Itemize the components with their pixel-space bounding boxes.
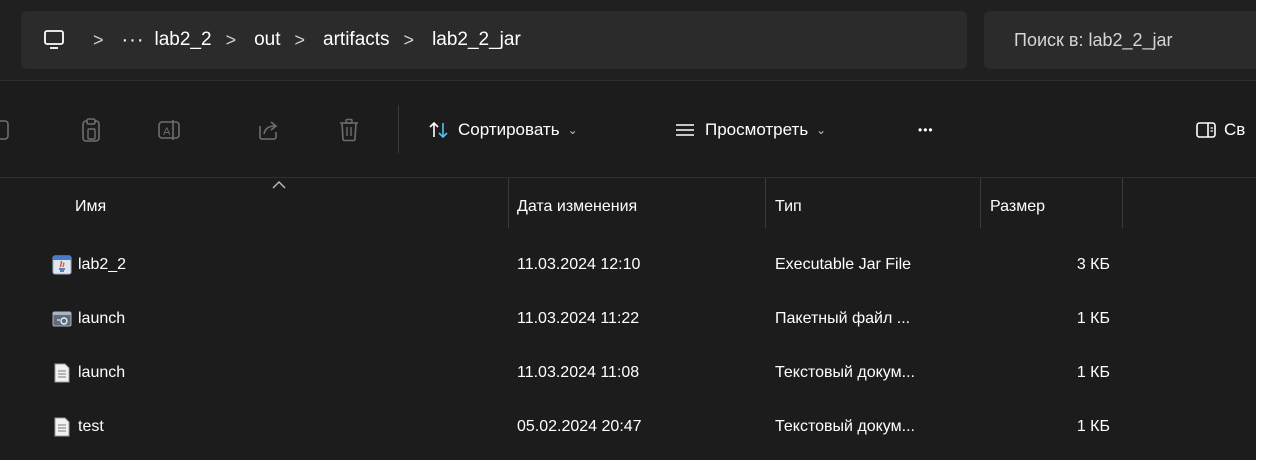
file-type: Executable Jar File <box>775 256 912 273</box>
address-bar[interactable]: > ··· lab2_2 > out > artifacts > lab2_2_… <box>21 11 967 69</box>
share-icon[interactable] <box>253 115 283 145</box>
file-row[interactable]: launch 11.03.2024 11:08 Текстовый докум.… <box>0 346 1256 400</box>
column-header-row: Имя Дата изменения Тип Размер <box>0 178 1256 238</box>
address-row: > ··· lab2_2 > out > artifacts > lab2_2_… <box>0 0 1256 81</box>
column-header-size[interactable]: Размер <box>990 178 1045 236</box>
file-name-cell: test <box>52 400 104 454</box>
sort-label: Сортировать <box>458 120 560 139</box>
sort-up-icon <box>272 181 286 189</box>
breadcrumb-lab2-2-jar[interactable]: lab2_2_jar <box>432 29 521 51</box>
column-header-name[interactable]: Имя <box>75 178 106 236</box>
file-name: launch <box>78 310 126 327</box>
chevron-down-icon: ⌄ <box>816 123 827 137</box>
copy-icon[interactable] <box>0 115 16 145</box>
file-explorer: > ··· lab2_2 > out > artifacts > lab2_2_… <box>0 0 1256 460</box>
file-name-cell: launch <box>52 346 125 400</box>
jar-file-icon <box>52 255 72 275</box>
sort-icon <box>428 119 450 141</box>
window: > ··· lab2_2 > out > artifacts > lab2_2_… <box>0 0 1261 466</box>
text-file-icon <box>52 363 72 383</box>
chevron-down-icon: ⌄ <box>567 123 578 137</box>
file-date: 11.03.2024 11:08 <box>517 364 640 381</box>
file-name-cell: launch <box>52 292 125 346</box>
command-bar: A Сортировать ⌄ Просмотреть ⌄ ••• Св <box>0 81 1256 178</box>
column-divider[interactable] <box>508 178 509 228</box>
file-row[interactable]: lab2_2 11.03.2024 12:10 Executable Jar F… <box>0 238 1256 292</box>
file-size: 1 КБ <box>1076 310 1110 327</box>
file-date: 11.03.2024 12:10 <box>517 256 641 273</box>
sort-button[interactable]: Сортировать ⌄ <box>428 113 578 147</box>
file-name: launch <box>78 364 126 381</box>
breadcrumb-out[interactable]: out <box>254 29 280 51</box>
view-lines-icon <box>675 122 695 138</box>
svg-text:A: A <box>163 126 171 138</box>
delete-icon[interactable] <box>334 115 364 145</box>
file-name: test <box>78 418 104 435</box>
details-pane-icon <box>1196 121 1216 139</box>
search-input[interactable]: Поиск в: lab2_2_jar <box>984 11 1256 69</box>
details-pane-label: Св <box>1224 120 1246 139</box>
view-button[interactable]: Просмотреть ⌄ <box>675 113 826 147</box>
file-size: 1 КБ <box>1076 418 1110 435</box>
column-divider[interactable] <box>1122 178 1123 228</box>
file-type: Пакетный файл ... <box>775 310 911 327</box>
breadcrumb-separator: > <box>225 29 237 50</box>
file-row[interactable]: launch 11.03.2024 11:22 Пакетный файл ..… <box>0 292 1256 346</box>
file-date: 11.03.2024 11:22 <box>517 310 640 327</box>
breadcrumb-overflow-button[interactable]: ··· <box>122 29 145 52</box>
more-options-button[interactable]: ••• <box>918 113 934 147</box>
column-header-type[interactable]: Тип <box>775 178 802 236</box>
column-divider[interactable] <box>980 178 981 228</box>
paste-icon[interactable] <box>76 115 106 145</box>
details-pane-button[interactable]: Св <box>1196 113 1245 147</box>
batch-file-icon <box>52 309 72 329</box>
breadcrumb-separator: > <box>294 29 306 50</box>
column-header-date[interactable]: Дата изменения <box>517 178 637 236</box>
breadcrumb-lab2-2[interactable]: lab2_2 <box>155 29 212 51</box>
file-date: 05.02.2024 20:47 <box>517 418 642 435</box>
column-divider[interactable] <box>765 178 766 228</box>
file-size: 3 КБ <box>1076 256 1110 273</box>
view-label: Просмотреть <box>705 120 809 139</box>
rename-icon[interactable]: A <box>156 115 186 145</box>
file-name-cell: lab2_2 <box>52 238 126 292</box>
toolbar-divider <box>398 105 399 153</box>
breadcrumb-separator: > <box>403 29 415 50</box>
breadcrumb-artifacts[interactable]: artifacts <box>323 29 390 51</box>
file-name: lab2_2 <box>78 256 127 273</box>
file-size: 1 КБ <box>1076 364 1110 381</box>
file-type: Текстовый докум... <box>775 364 915 381</box>
breadcrumb-separator: > <box>93 29 104 50</box>
text-file-icon <box>52 417 72 437</box>
search-placeholder: Поиск в: lab2_2_jar <box>1014 29 1173 50</box>
file-row[interactable]: test 05.02.2024 20:47 Текстовый докум...… <box>0 400 1256 454</box>
computer-icon[interactable] <box>43 29 65 51</box>
file-type: Текстовый докум... <box>775 418 915 435</box>
